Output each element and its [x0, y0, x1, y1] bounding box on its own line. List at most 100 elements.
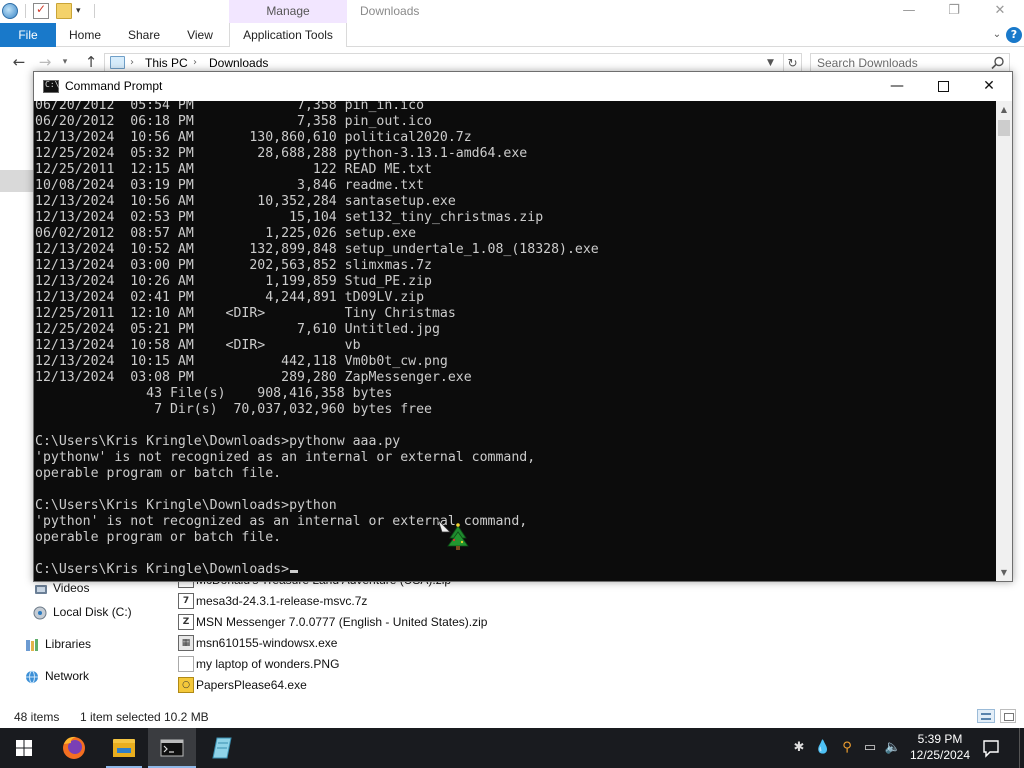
- recent-locations-icon[interactable]: ▾: [58, 54, 72, 72]
- search-icon[interactable]: [991, 56, 1005, 70]
- file-row[interactable]: Z MSN Messenger 7.0.0777 (English - Unit…: [176, 612, 596, 633]
- console-line: 12/25/2024 05:32 PM 28,688,288 python-3.…: [35, 146, 528, 161]
- tab-share[interactable]: Share: [118, 23, 170, 47]
- tab-view[interactable]: View: [176, 23, 224, 47]
- forward-button[interactable]: →: [34, 54, 56, 72]
- scroll-down-arrow-icon[interactable]: ▼: [996, 564, 1012, 581]
- this-pc-icon: [110, 56, 125, 69]
- cmd-close-button[interactable]: ✕: [966, 72, 1012, 101]
- new-folder-icon[interactable]: [56, 3, 72, 19]
- file-row[interactable]: my laptop of wonders.PNG: [176, 654, 596, 675]
- tab-file[interactable]: File: [0, 23, 56, 47]
- explorer-close-button[interactable]: ✕: [977, 0, 1023, 23]
- zip-file-icon: Z: [178, 614, 194, 630]
- manage-contextual-tab[interactable]: Manage: [229, 0, 347, 23]
- show-desktop-button[interactable]: [1019, 728, 1024, 768]
- address-history-dropdown-icon[interactable]: ▼: [767, 54, 774, 72]
- maximize-icon: [938, 81, 949, 92]
- item-count: 48 items: [14, 710, 60, 724]
- taskbar-clock[interactable]: 5:39 PM 12/25/2024: [902, 731, 978, 763]
- local-disk-icon: [33, 606, 47, 620]
- console-line: 06/20/2012 06:18 PM 7,358 pin_out.ico: [35, 114, 432, 129]
- nav-item-label: Libraries: [45, 637, 92, 651]
- firefox-taskbar-button[interactable]: [50, 728, 98, 768]
- file-name: PapersPlease64.exe: [196, 678, 307, 692]
- console-line: 12/13/2024 10:26 AM 1,199,859 Stud_PE.zi…: [35, 274, 432, 289]
- quick-access-icon[interactable]: [2, 3, 18, 19]
- console-line: 12/25/2011 12:15 AM 122 READ ME.txt: [35, 162, 432, 177]
- nav-item-local-disk[interactable]: Local Disk (C:): [0, 602, 176, 624]
- expand-ribbon-icon[interactable]: ⌄: [990, 28, 1004, 42]
- properties-icon[interactable]: [33, 2, 49, 19]
- volume-muted-icon[interactable]: 🔈: [884, 739, 902, 757]
- explorer-status-bar: 48 items 1 item selected 10.2 MB: [0, 706, 1024, 728]
- file-explorer-taskbar-button[interactable]: [100, 728, 148, 768]
- notification-center-icon[interactable]: [980, 737, 1002, 759]
- console-line: operable program or batch file.: [35, 466, 282, 481]
- breadcrumb-separator[interactable]: ›: [130, 54, 134, 72]
- console-line: 10/08/2024 03:19 PM 3,846 readme.txt: [35, 178, 425, 193]
- nav-item-label: Videos: [53, 581, 90, 595]
- cmd-maximize-button[interactable]: [920, 72, 966, 101]
- details-view-button[interactable]: [977, 709, 995, 723]
- tray-app-icon[interactable]: ✱: [790, 739, 808, 757]
- tab-application-tools[interactable]: Application Tools: [229, 23, 347, 47]
- tab-home[interactable]: Home: [58, 23, 112, 47]
- network-status-icon[interactable]: ▭: [861, 739, 879, 757]
- console-line: 7 Dir(s) 70,037,032,960 bytes free: [35, 402, 432, 417]
- address-bar[interactable]: › This PC › Downloads ▼: [104, 53, 784, 73]
- console-line: 12/13/2024 10:52 AM 132,899,848 setup_un…: [35, 242, 599, 257]
- file-name: msn610155-windowsx.exe: [196, 636, 338, 650]
- breadcrumb-downloads[interactable]: Downloads: [209, 54, 268, 72]
- large-icons-view-button[interactable]: [1000, 709, 1016, 723]
- nav-item-libraries[interactable]: Libraries: [0, 634, 176, 656]
- scrollbar-thumb[interactable]: [998, 120, 1010, 136]
- nav-item-network[interactable]: Network: [0, 666, 176, 688]
- scroll-up-arrow-icon[interactable]: ▲: [996, 101, 1012, 118]
- breadcrumb-this-pc[interactable]: This PC: [145, 54, 188, 72]
- up-button[interactable]: ↑: [80, 54, 102, 72]
- explorer-window-title: Downloads: [360, 4, 420, 18]
- help-icon[interactable]: ?: [1006, 27, 1022, 43]
- network-icon: [26, 670, 38, 684]
- file-name: my laptop of wonders.PNG: [196, 657, 340, 671]
- file-row[interactable]: ▦ msn610155-windowsx.exe: [176, 633, 596, 654]
- command-prompt-icon: [160, 739, 184, 757]
- cmd-minimize-button[interactable]: —: [874, 72, 920, 101]
- file-name: MSN Messenger 7.0.0777 (English - United…: [196, 615, 488, 629]
- start-button[interactable]: [0, 728, 48, 768]
- breadcrumb-separator[interactable]: ›: [193, 54, 197, 72]
- console-line: 12/13/2024 02:53 PM 15,104 set132_tiny_c…: [35, 210, 544, 225]
- papers-please-app-icon: ○: [178, 677, 194, 693]
- clock-date: 12/25/2024: [909, 748, 971, 762]
- tray-search-app-icon[interactable]: ⚲: [838, 739, 856, 757]
- command-prompt-taskbar-button[interactable]: [148, 728, 196, 768]
- file-row[interactable]: 7 mesa3d-24.3.1-release-msvc.7z: [176, 591, 596, 612]
- file-explorer-icon: [113, 739, 135, 757]
- explorer-restore-button[interactable]: ❐: [931, 0, 977, 23]
- console-area[interactable]: 06/20/2012 05:54 PM 7,358 pin_in.ico 06/2…: [34, 101, 996, 581]
- back-button[interactable]: ←: [8, 54, 30, 72]
- customize-toolbar-icon[interactable]: ▾: [76, 7, 84, 16]
- explorer-minimize-button[interactable]: —: [886, 0, 932, 23]
- file-row[interactable]: ○ PapersPlease64.exe: [176, 675, 596, 696]
- nav-selection-highlight: [0, 170, 36, 192]
- search-input[interactable]: [817, 54, 987, 72]
- console-scrollbar[interactable]: ▲ ▼: [996, 101, 1012, 581]
- console-line: 12/13/2024 02:41 PM 4,244,891 tD09LV.zip: [35, 290, 425, 305]
- console-prompt: C:\Users\Kris Kringle\Downloads>: [35, 562, 290, 577]
- command-prompt-window: Command Prompt — ✕ 06/20/2012 05:54 PM 7…: [33, 71, 1013, 582]
- notepad-like-app-icon: [212, 737, 232, 759]
- console-line: 12/13/2024 10:56 AM 10,352,284 santasetu…: [35, 194, 456, 209]
- selection-size: 10.2 MB: [164, 710, 209, 724]
- exe-file-icon: ▦: [178, 635, 194, 651]
- refresh-button[interactable]: ↻: [784, 53, 802, 73]
- console-line: 'pythonw' is not recognized as an intern…: [35, 450, 536, 465]
- selection-count: 1 item selected: [80, 710, 161, 724]
- search-box[interactable]: [810, 53, 1010, 73]
- tray-droplet-icon[interactable]: 💧: [814, 739, 832, 757]
- cmd-titlebar[interactable]: Command Prompt — ✕: [34, 72, 1012, 101]
- pinned-app-taskbar-button[interactable]: [198, 728, 246, 768]
- console-line: 12/13/2024 03:00 PM 202,563,852 slimxmas…: [35, 258, 432, 273]
